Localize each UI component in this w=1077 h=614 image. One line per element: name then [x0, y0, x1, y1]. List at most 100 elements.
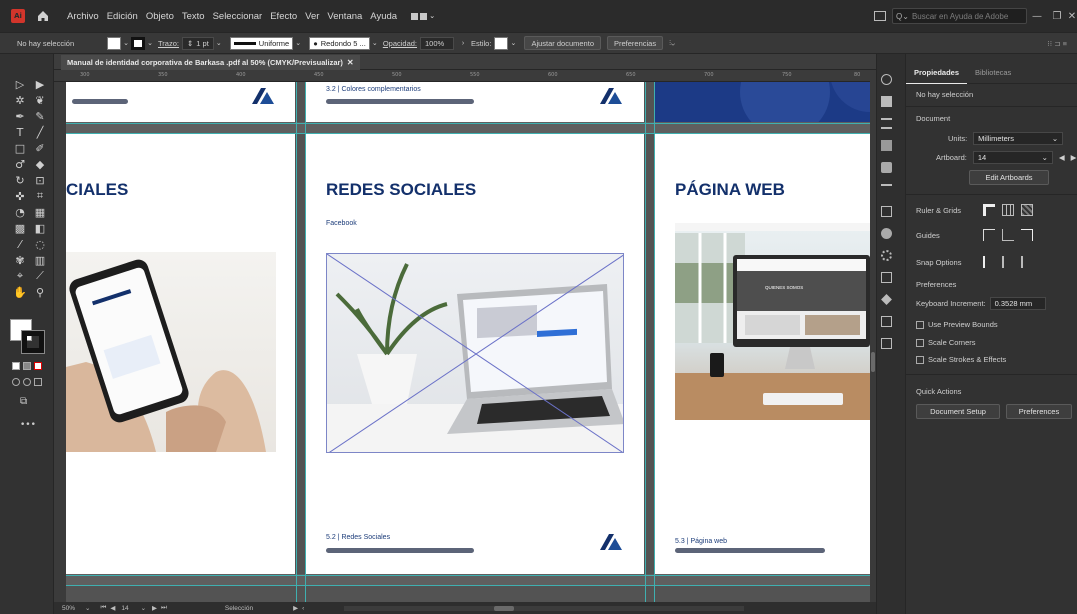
align-icon[interactable]: ⫶⌄: [669, 38, 675, 48]
menu-ver[interactable]: Ver: [301, 11, 323, 22]
units-select[interactable]: Millimeters ⌄: [973, 132, 1064, 145]
transparency-panel-icon[interactable]: [880, 206, 892, 217]
home-icon[interactable]: [37, 10, 49, 22]
stroke-profile-select[interactable]: Uniforme: [229, 36, 294, 50]
next-artboard-icon[interactable]: ▶: [1071, 153, 1077, 162]
checkbox-box[interactable]: [916, 355, 924, 364]
menu-archivo[interactable]: Archivo: [63, 11, 103, 22]
stroke-panel-icon[interactable]: [880, 184, 892, 195]
scroll-left-icon[interactable]: ‹: [302, 605, 304, 612]
pen-tool-icon[interactable]: ✒: [10, 108, 30, 124]
eraser-tool-icon[interactable]: ◆: [30, 156, 50, 172]
screen-mode-icon[interactable]: ⧉: [20, 396, 27, 407]
keyboard-increment-field[interactable]: 0.3528 mm: [989, 297, 1046, 310]
grid-icon[interactable]: [1002, 204, 1014, 216]
artboard-middle[interactable]: REDES SOCIALES Facebook 5.2 | Redes Soci…: [306, 134, 644, 574]
stroke-color-box[interactable]: [21, 330, 45, 354]
horizontal-scrollbar[interactable]: [344, 605, 745, 611]
stroke-swatch[interactable]: [131, 36, 145, 50]
fit-document-button[interactable]: Ajustar documento: [524, 36, 601, 50]
document-tab[interactable]: Manual de identidad corporativa de Barka…: [61, 55, 360, 70]
chevron-right-icon[interactable]: ›: [458, 40, 468, 47]
preferences-button[interactable]: Preferencias: [607, 36, 664, 50]
menu-objeto[interactable]: Objeto: [142, 11, 178, 22]
guide-line[interactable]: [645, 82, 646, 602]
previous-artboard-icon[interactable]: ◀: [110, 604, 115, 612]
style-swatch[interactable]: [494, 36, 509, 50]
opacity-label[interactable]: Opacidad:: [380, 39, 420, 48]
guide-line[interactable]: [296, 82, 297, 602]
zoom-level[interactable]: 50%: [62, 605, 75, 612]
chevron-down-icon[interactable]: ⌄: [508, 39, 518, 47]
color-mode-icon[interactable]: [12, 362, 20, 370]
fill-swatch[interactable]: [107, 36, 121, 50]
guide-line[interactable]: [66, 575, 870, 576]
zoom-tool-icon[interactable]: ⚲: [30, 284, 50, 300]
artboard-tool-icon[interactable]: ⌖: [10, 268, 30, 284]
edit-toolbar-icon[interactable]: •••: [20, 420, 36, 430]
perspective-grid-tool-icon[interactable]: ▦: [30, 204, 50, 220]
arrange-documents-icon[interactable]: [874, 11, 886, 21]
preferences-panel-button[interactable]: Preferences: [1006, 404, 1072, 419]
status-menu-icon[interactable]: ▶: [293, 604, 298, 612]
transparency-grid-icon[interactable]: [1021, 204, 1033, 216]
chevron-down-icon[interactable]: ⌄: [121, 39, 131, 47]
blend-tool-icon[interactable]: ◌: [30, 236, 50, 252]
use-preview-bounds-checkbox[interactable]: Use Preview Bounds: [916, 320, 998, 329]
help-search-input[interactable]: Q⌄ Buscar en Ayuda de Adobe: [892, 8, 1027, 24]
show-guides-icon[interactable]: [983, 229, 995, 241]
guide-line[interactable]: [305, 82, 306, 602]
layers-panel-icon[interactable]: [880, 118, 892, 129]
snap-to-glyph-icon[interactable]: [1021, 256, 1033, 268]
document-panel-icon[interactable]: [880, 96, 892, 107]
artboard-middle-top[interactable]: 3.2 | Colores complementarios: [306, 82, 644, 122]
brushes-panel-icon[interactable]: [880, 250, 892, 261]
artboard-right-top[interactable]: [655, 82, 870, 122]
scale-tool-icon[interactable]: ⊡: [30, 172, 50, 188]
draw-behind-icon[interactable]: [23, 378, 31, 386]
checkbox-box[interactable]: [916, 338, 924, 347]
swatches-panel-icon[interactable]: [880, 162, 892, 173]
brush-select[interactable]: ● Redondo 5 ...: [309, 36, 370, 50]
curvature-tool-icon[interactable]: ✎: [30, 108, 50, 124]
first-artboard-icon[interactable]: ⏮: [100, 604, 106, 612]
previous-artboard-icon[interactable]: ◀: [1059, 153, 1065, 162]
chevron-down-icon[interactable]: ⌄: [293, 39, 303, 47]
guide-line[interactable]: [66, 123, 870, 124]
guide-line[interactable]: [66, 133, 870, 134]
properties-panel-icon[interactable]: [880, 74, 892, 85]
symbols-panel-icon[interactable]: [880, 272, 892, 283]
rulers-icon[interactable]: [983, 204, 995, 216]
menu-texto[interactable]: Texto: [178, 11, 209, 22]
artboards-panel-icon[interactable]: [880, 338, 892, 349]
draw-inside-icon[interactable]: [34, 378, 42, 386]
artboard-left-top[interactable]: [66, 82, 295, 122]
chevron-down-icon[interactable]: ⌄: [145, 39, 155, 47]
libraries-panel-icon[interactable]: [880, 140, 892, 151]
chevron-down-icon[interactable]: ⌄: [85, 604, 90, 612]
selection-tool-icon[interactable]: ▷: [10, 76, 30, 92]
scale-strokes-checkbox[interactable]: Scale Strokes & Effects: [916, 355, 1006, 364]
paintbrush-tool-icon[interactable]: ✐: [30, 140, 50, 156]
chevron-down-icon[interactable]: ⌄: [370, 39, 380, 47]
menu-ayuda[interactable]: Ayuda: [366, 11, 401, 22]
direct-selection-tool-icon[interactable]: ▶: [30, 76, 50, 92]
restore-button[interactable]: ❐: [1047, 0, 1067, 32]
gradient-mode-icon[interactable]: [23, 362, 31, 370]
tab-properties[interactable]: Propiedades: [906, 62, 968, 84]
shape-builder-tool-icon[interactable]: ◔: [10, 204, 30, 220]
style-label[interactable]: Estilo:: [468, 39, 494, 48]
artboard-right[interactable]: PÁGINA WEB QUIENES SOMOS 5.3 | Página we…: [655, 134, 870, 574]
lasso-tool-icon[interactable]: ❦: [30, 92, 50, 108]
rectangle-tool-icon[interactable]: □: [10, 140, 30, 156]
mesh-tool-icon[interactable]: ▩: [10, 220, 30, 236]
close-window-button[interactable]: ✕: [1067, 0, 1077, 32]
appearance-panel-icon[interactable]: [880, 228, 892, 239]
fill-stroke-control[interactable]: [10, 319, 50, 359]
chevron-down-icon[interactable]: ⌄: [141, 604, 146, 612]
menu-seleccionar[interactable]: Seleccionar: [209, 11, 267, 22]
export-panel-icon[interactable]: [880, 316, 892, 327]
snap-to-pixel-icon[interactable]: [983, 256, 995, 268]
chevron-down-icon[interactable]: ⌄: [214, 39, 224, 47]
laptop-photo-frame[interactable]: [326, 253, 624, 453]
